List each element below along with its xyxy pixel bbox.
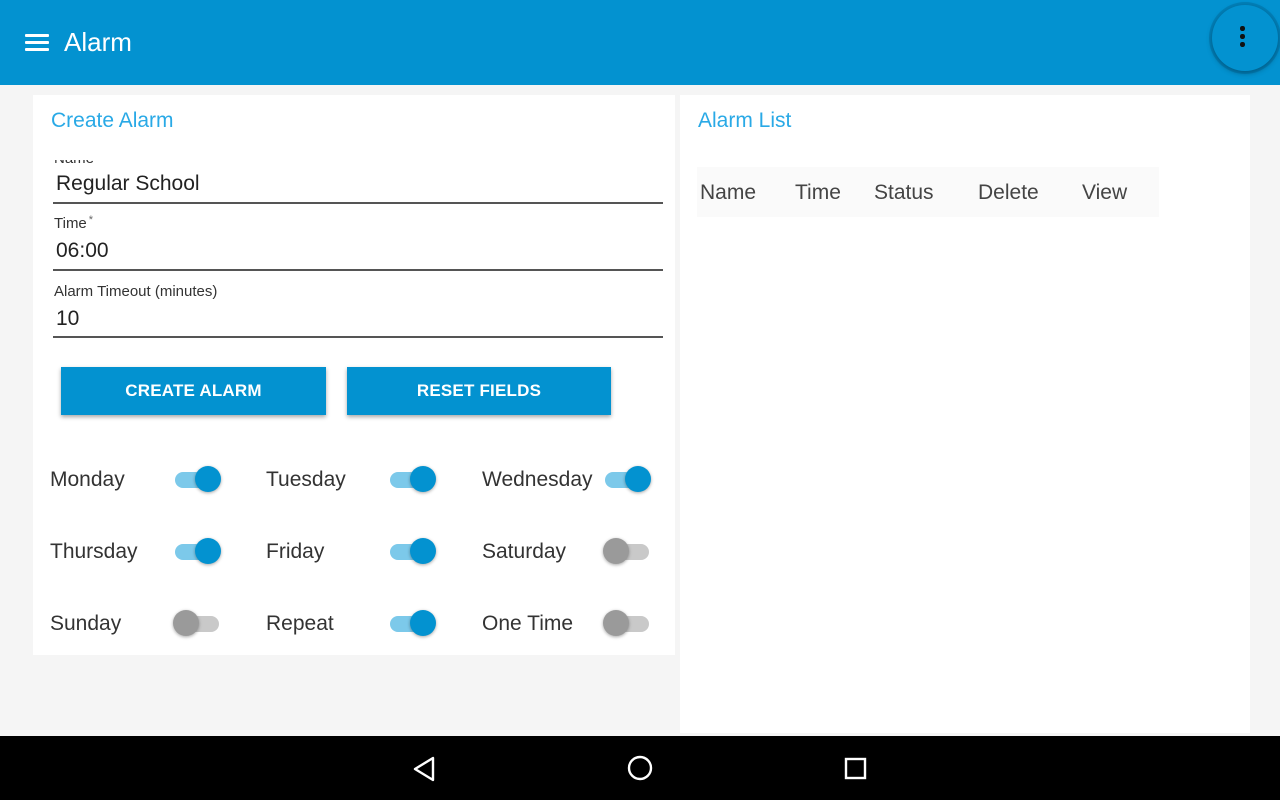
more-vert-icon[interactable] [1212, 5, 1278, 71]
column-header-view: View [1082, 181, 1128, 204]
column-header-status: Status [874, 181, 934, 204]
app-title: Alarm [64, 27, 132, 57]
home-icon[interactable] [625, 753, 655, 783]
timeout-field-label: Alarm Timeout (minutes) [54, 283, 218, 300]
timeout-field-value[interactable]: 10 [56, 307, 79, 331]
menu-icon[interactable] [22, 28, 52, 58]
friday-toggle[interactable] [388, 536, 436, 566]
app-bar: Alarm [0, 0, 1280, 85]
column-header-name: Name [700, 181, 757, 204]
required-mark: * [88, 214, 94, 226]
alarm-table-header: Name Time Status Delete View [697, 167, 1159, 217]
toggle-label-tuesday: Tuesday [266, 468, 346, 491]
create-alarm-title: Create Alarm [51, 109, 174, 132]
time-field[interactable]: Time * 06:00 [53, 213, 663, 271]
reset-fields-button[interactable]: RESET FIELDS [347, 367, 611, 415]
name-field-underline [53, 202, 663, 204]
recents-icon[interactable] [841, 754, 871, 784]
name-field-value[interactable]: Regular School [56, 172, 200, 196]
timeout-field[interactable]: Alarm Timeout (minutes) 10 [53, 281, 663, 339]
saturday-toggle[interactable] [603, 536, 651, 566]
column-header-time: Time [795, 181, 841, 204]
monday-toggle[interactable] [173, 464, 221, 494]
alarm-list-panel: Alarm List Name Time Status Delete View [680, 95, 1250, 733]
toggle-label-saturday: Saturday [482, 540, 567, 563]
repeat-toggle[interactable] [388, 608, 436, 638]
time-field-underline [53, 269, 663, 271]
alarm-list-title: Alarm List [698, 109, 792, 132]
create-alarm-button[interactable]: CREATE ALARM [61, 367, 326, 415]
toggle-label-monday: Monday [50, 468, 125, 491]
tuesday-toggle[interactable] [388, 464, 436, 494]
toggle-label-repeat: Repeat [266, 612, 334, 635]
toggle-label-one-time: One Time [482, 612, 574, 635]
one-time-toggle[interactable] [603, 608, 651, 638]
time-field-label: Time * [54, 214, 94, 232]
create-alarm-panel: Create Alarm Name Regular School Time* 0… [33, 95, 675, 655]
toggle-label-sunday: Sunday [50, 612, 122, 635]
name-field[interactable]: Name Regular School [53, 145, 663, 207]
timeout-field-underline [53, 336, 663, 338]
thursday-toggle[interactable] [173, 536, 221, 566]
back-icon[interactable] [410, 754, 440, 784]
wednesday-toggle[interactable] [603, 464, 651, 494]
time-field-value[interactable]: 06:00 [56, 239, 109, 263]
column-header-delete: Delete [978, 181, 1039, 204]
sunday-toggle[interactable] [173, 608, 221, 638]
system-nav-bar [0, 736, 1280, 800]
toggle-label-wednesday: Wednesday [482, 468, 593, 491]
toggle-label-thursday: Thursday [50, 540, 138, 563]
toggle-label-friday: Friday [266, 540, 325, 563]
